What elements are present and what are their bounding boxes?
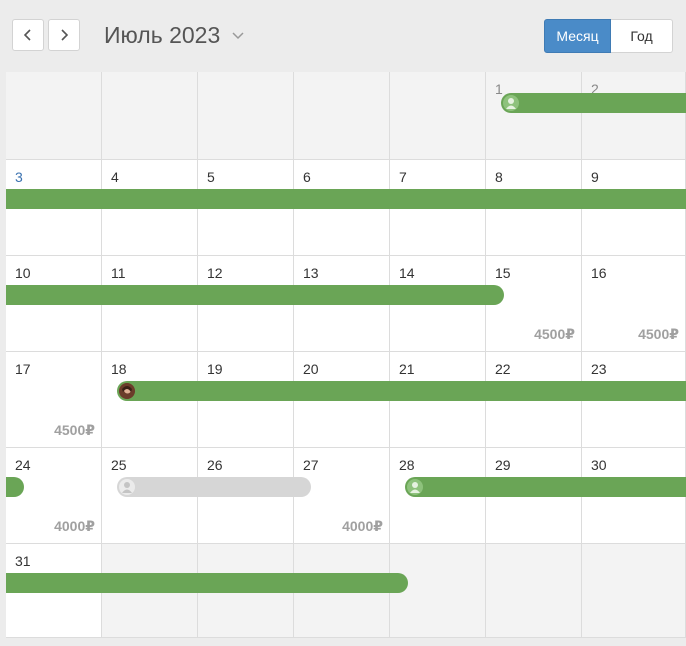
day-number: 14	[399, 265, 415, 281]
day-number: 22	[495, 361, 511, 377]
day-number: 21	[399, 361, 415, 377]
empty-day-cell	[102, 72, 198, 160]
day-number: 8	[495, 169, 503, 185]
day-number: 24	[15, 457, 31, 473]
empty-day-cell	[6, 72, 102, 160]
day-number: 19	[207, 361, 223, 377]
booking-bar[interactable]	[6, 285, 504, 305]
person-icon	[119, 479, 135, 495]
empty-day-cell	[390, 72, 486, 160]
day-number: 5	[207, 169, 215, 185]
day-number: 25	[111, 457, 127, 473]
guest-avatar	[119, 383, 135, 399]
month-grid: 1 2 3 4 5 6 7 8 9 10 11 12 13 14 15 4500₽ 16 4500₽ 17 4500₽…	[6, 72, 686, 638]
booking-bar[interactable]	[117, 381, 686, 401]
day-number: 27	[303, 457, 319, 473]
day-number: 12	[207, 265, 223, 281]
chevron-down-icon	[232, 31, 244, 39]
day-number: 15	[495, 265, 511, 281]
day-cell-16[interactable]: 16 4500₽	[582, 256, 686, 352]
empty-day-cell	[486, 544, 582, 638]
person-icon	[503, 95, 519, 111]
booking-bar[interactable]	[6, 189, 686, 209]
booking-bar[interactable]	[501, 93, 686, 113]
day-number: 16	[591, 265, 607, 281]
day-number: 11	[111, 265, 126, 281]
empty-day-cell	[582, 544, 686, 638]
day-number: 29	[495, 457, 511, 473]
prev-month-button[interactable]	[12, 19, 44, 51]
chevron-left-icon	[23, 29, 31, 41]
day-number: 31	[15, 553, 31, 569]
day-cell-24[interactable]: 24 4000₽	[6, 448, 102, 544]
day-number: 4	[111, 169, 119, 185]
person-icon	[407, 479, 423, 495]
booking-bar[interactable]	[117, 477, 311, 497]
day-cell-1[interactable]: 1	[486, 72, 582, 160]
day-number: 18	[111, 361, 127, 377]
day-number: 30	[591, 457, 607, 473]
day-cell-17[interactable]: 17 4500₽	[6, 352, 102, 448]
price-label: 4500₽	[638, 326, 679, 342]
booking-bar[interactable]	[6, 573, 408, 593]
day-number: 28	[399, 457, 415, 473]
price-label: 4000₽	[342, 518, 383, 534]
day-number: 3	[15, 169, 23, 185]
day-number: 10	[15, 265, 31, 281]
day-number: 23	[591, 361, 607, 377]
month-title: Июль 2023	[104, 22, 221, 48]
day-number: 6	[303, 169, 311, 185]
day-number: 13	[303, 265, 319, 281]
booking-bar[interactable]	[405, 477, 686, 497]
day-cell-27[interactable]: 27 4000₽	[294, 448, 390, 544]
day-number: 9	[591, 169, 599, 185]
day-number: 1	[495, 81, 503, 97]
day-number: 26	[207, 457, 223, 473]
month-title-dropdown[interactable]: Июль 2023	[104, 22, 244, 49]
year-view-button[interactable]: Год	[611, 19, 673, 53]
day-number: 7	[399, 169, 407, 185]
month-view-button[interactable]: Месяц	[544, 19, 611, 53]
price-label: 4000₽	[54, 518, 95, 534]
day-cell-2[interactable]: 2	[582, 72, 686, 160]
calendar-header: Июль 2023 Месяц Год	[0, 0, 686, 72]
day-number: 20	[303, 361, 319, 377]
day-number: 17	[15, 361, 31, 377]
empty-day-cell	[390, 544, 486, 638]
chevron-right-icon	[61, 29, 69, 41]
empty-day-cell	[198, 72, 294, 160]
price-label: 4500₽	[534, 326, 575, 342]
empty-day-cell	[294, 72, 390, 160]
day-cell-15[interactable]: 15 4500₽	[486, 256, 582, 352]
price-label: 4500₽	[54, 422, 95, 438]
view-switch: Месяц Год	[544, 19, 673, 53]
next-month-button[interactable]	[48, 19, 80, 51]
